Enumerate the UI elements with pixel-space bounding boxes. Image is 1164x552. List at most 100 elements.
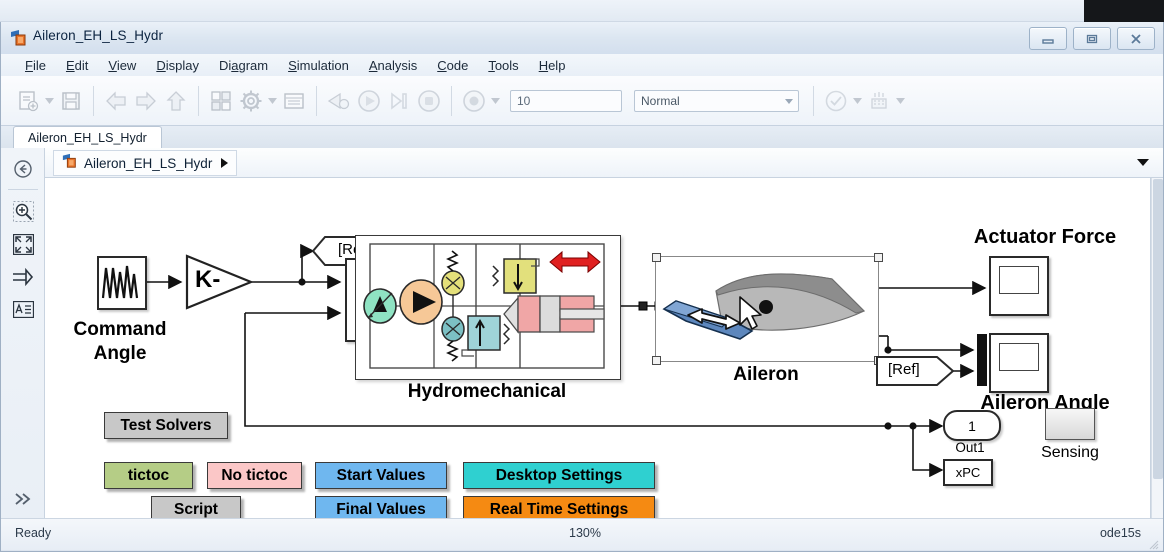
menu-analysis[interactable]: Analysis [359, 58, 427, 73]
command-angle-signal-generator[interactable] [97, 256, 147, 310]
navigate-back-icon[interactable] [12, 158, 34, 180]
xpc-block[interactable]: xPC [943, 459, 993, 486]
window-top-strip [0, 0, 1164, 22]
from-tag-ref[interactable]: [Ref] [875, 355, 955, 387]
data-inspector-caret[interactable] [894, 86, 907, 116]
simulink-model-icon [62, 153, 78, 174]
selection-handle-tl[interactable] [652, 253, 661, 262]
gain-block[interactable]: K- [185, 254, 255, 310]
toolbar: 10 Normal [1, 76, 1163, 126]
sensing-label: Sensing [1041, 444, 1099, 461]
resize-grip-icon[interactable] [1149, 537, 1159, 550]
step-forward-icon[interactable] [384, 86, 414, 116]
library-browser-icon[interactable] [206, 86, 236, 116]
menu-help[interactable]: Help [529, 58, 576, 73]
update-diagram-icon[interactable] [324, 86, 354, 116]
hydromechanical-label: Hydromechanical [407, 381, 567, 402]
annotation-desktop-settings[interactable]: Desktop Settings [463, 462, 655, 489]
restore-button[interactable] [1073, 27, 1111, 50]
simulation-stop-time-field[interactable]: 10 [510, 90, 622, 112]
tab-strip: Aileron_EH_LS_Hydr [1, 126, 1163, 148]
aileron-subsystem[interactable] [655, 256, 879, 362]
simulation-mode-select[interactable]: Normal [634, 90, 799, 112]
simulink-model-icon [10, 29, 28, 47]
new-model-dropdown-caret[interactable] [43, 86, 56, 116]
breadcrumb-bar: Aileron_EH_LS_Hydr [45, 148, 1163, 178]
forward-icon[interactable] [131, 86, 161, 116]
model-configuration-icon[interactable] [236, 86, 266, 116]
annotation-script-label: Script [174, 500, 218, 518]
record-caret[interactable] [489, 86, 502, 116]
back-icon[interactable] [101, 86, 131, 116]
fit-to-view-icon[interactable] [12, 233, 34, 255]
stop-icon[interactable] [414, 86, 444, 116]
command-angle-label: Command Angle [57, 318, 183, 366]
aileron-angle-scope[interactable] [989, 333, 1049, 393]
out1-port[interactable]: 1 [943, 410, 1001, 441]
status-bar: Ready 130% ode15s [1, 518, 1163, 550]
model-configuration-caret[interactable] [266, 86, 279, 116]
menu-tools[interactable]: Tools [478, 58, 528, 73]
model-explorer-icon[interactable] [279, 86, 309, 116]
aileron-label: Aileron [733, 364, 799, 385]
model-advisor-caret[interactable] [851, 86, 864, 116]
menu-diagram[interactable]: Diagram [209, 58, 278, 73]
run-icon[interactable] [354, 86, 384, 116]
toolbar-separator [198, 86, 199, 116]
close-button[interactable] [1117, 27, 1155, 50]
menu-display[interactable]: Display [146, 58, 209, 73]
annotation-tictoc-label: tictoc [127, 466, 170, 484]
simulation-mode-value: Normal [641, 94, 680, 108]
annotation-real-time-settings-label: Real Time Settings [489, 500, 629, 518]
zoom-in-icon[interactable] [12, 200, 34, 222]
rail-divider [8, 189, 38, 190]
command-angle-label-line1: Command [73, 319, 167, 340]
breadcrumb-label: Aileron_EH_LS_Hydr [84, 155, 213, 171]
annotation-real-time-settings[interactable]: Real Time Settings [463, 496, 655, 518]
annotation-test-solvers[interactable]: Test Solvers [104, 412, 228, 439]
annotation-final-values[interactable]: Final Values [315, 496, 447, 518]
data-inspector-icon[interactable] [864, 86, 894, 116]
actuator-force-label: Actuator Force [973, 226, 1117, 248]
title-bar: Aileron_EH_LS_Hydr [1, 22, 1163, 54]
save-icon[interactable] [56, 86, 86, 116]
selection-handle-tr[interactable] [874, 253, 883, 262]
menu-file[interactable]: File [15, 58, 56, 73]
model-advisor-icon[interactable] [821, 86, 851, 116]
model-canvas[interactable]: Command Angle K- [Ref] + − [45, 178, 1151, 518]
window-title: Aileron_EH_LS_Hydr [33, 28, 164, 43]
annotation-tictoc[interactable]: tictoc [104, 462, 193, 489]
annotation-start-values[interactable]: Start Values [315, 462, 447, 489]
minimize-button[interactable] [1029, 27, 1067, 50]
up-to-parent-icon[interactable] [161, 86, 191, 116]
hydromechanical-subsystem[interactable] [355, 235, 621, 380]
breadcrumb[interactable]: Aileron_EH_LS_Hydr [53, 150, 238, 176]
scrollbar-thumb[interactable] [1153, 179, 1163, 479]
status-zoom: 130% [569, 526, 601, 540]
sensing-block[interactable] [1045, 408, 1095, 440]
menu-code[interactable]: Code [427, 58, 478, 73]
breadcrumb-dropdown-caret[interactable] [1137, 159, 1149, 166]
tab-aileron-eh-ls-hydr[interactable]: Aileron_EH_LS_Hydr [13, 126, 162, 148]
annotation-icon[interactable] [12, 298, 34, 320]
toolbar-separator [93, 86, 94, 116]
menu-view[interactable]: View [98, 58, 146, 73]
window-top-strip-dark [1084, 0, 1164, 22]
scope-display-area [999, 343, 1039, 371]
mux-block[interactable] [977, 334, 987, 386]
actuator-force-scope[interactable] [989, 256, 1049, 316]
xpc-label: xPC [955, 465, 981, 480]
new-model-icon[interactable] [13, 86, 43, 116]
record-icon[interactable] [459, 86, 489, 116]
annotation-no-tictoc[interactable]: No tictoc [207, 462, 302, 489]
out1-caption: Out1 [955, 440, 985, 455]
expand-palette-icon[interactable] [12, 488, 34, 510]
palette-rail [1, 148, 45, 518]
menu-bar: File Edit View Display Diagram Simulatio… [1, 54, 1163, 76]
annotation-script[interactable]: Script [151, 496, 241, 518]
canvas-vertical-scrollbar[interactable] [1151, 178, 1163, 518]
menu-edit[interactable]: Edit [56, 58, 98, 73]
menu-simulation[interactable]: Simulation [278, 58, 359, 73]
signal-routing-icon[interactable] [12, 266, 34, 288]
status-ready: Ready [15, 526, 52, 540]
